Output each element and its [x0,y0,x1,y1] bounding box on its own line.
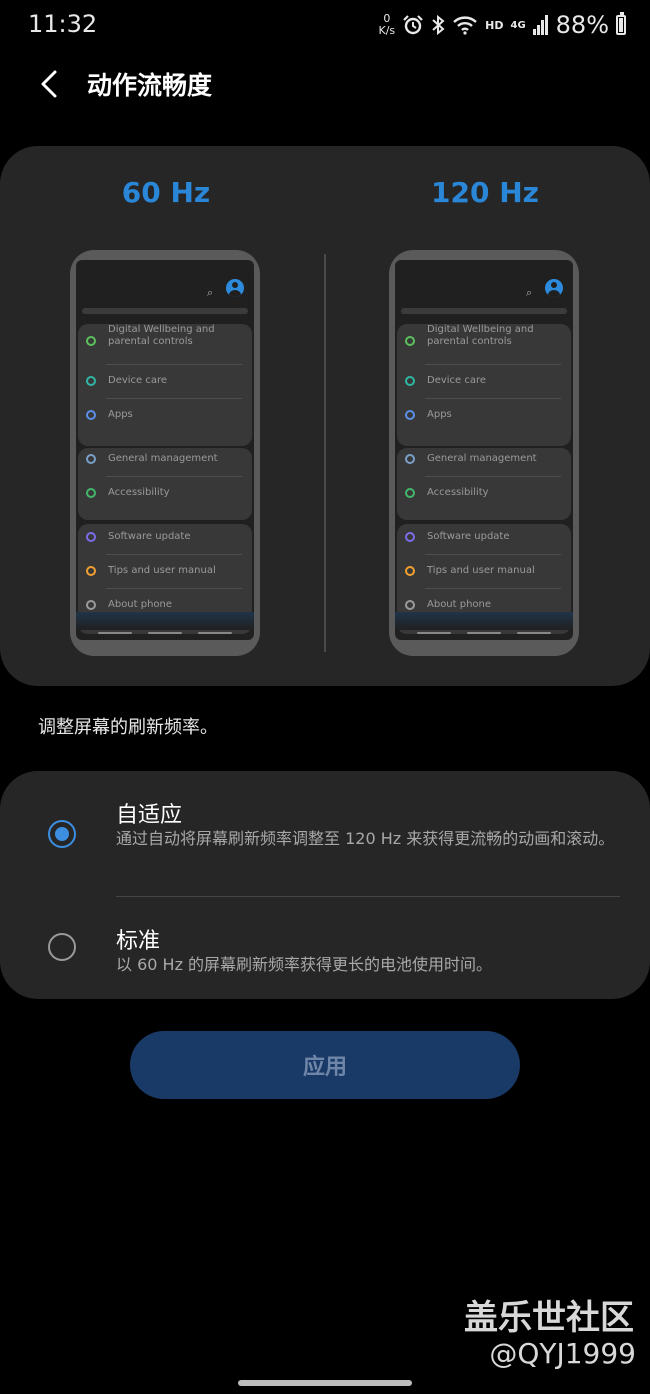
settings-item-label: Accessibility [108,487,170,498]
settings-item-icon [86,566,96,576]
phone-settings-item: Software update [397,520,571,554]
nav-bar-line [417,632,451,634]
settings-item-label: Software update [108,531,191,542]
option-standard-desc: 以 60 Hz 的屏幕刷新频率获得更长的电池使用时间。 [116,955,493,974]
phone-settings-item: Digital Wellbeing and parental controls [397,318,571,364]
phone-preview-120hz: ⌕ Digital Wellbeing and parental controls… [389,250,579,656]
settings-item-icon [405,454,415,464]
settings-item-icon [86,336,96,346]
phone-settings-item: Device care [78,364,252,398]
signal-icon [532,15,548,35]
battery-icon [616,12,626,35]
search-icon: ⌕ [207,286,214,299]
settings-item-label: Apps [427,409,452,420]
preview-label-60hz: 60 Hz [121,176,211,209]
option-adaptive-desc: 通过自动将屏幕刷新频率调整至 120 Hz 来获得更流畅的动画和滚动。 [116,829,615,848]
settings-item-icon [86,488,96,498]
alarm-icon [403,15,423,35]
screen-glow [395,612,573,630]
nav-bar-line [98,632,132,634]
phone-settings-item: Accessibility [78,476,252,510]
settings-item-label: Accessibility [427,487,489,498]
settings-item-label: Software update [427,531,510,542]
settings-item-label: Digital Wellbeing and parental controls [427,324,534,347]
apply-button[interactable]: 应用 [130,1031,520,1099]
settings-item-icon [86,376,96,386]
nav-bar-line [198,632,232,634]
settings-item-label: Apps [108,409,133,420]
phone-screen: ⌕ Digital Wellbeing and parental controls… [76,260,254,640]
status-icons: 0 K/s HD 4G 88% [378,8,626,42]
phone-settings-item: Digital Wellbeing and parental controls [78,318,252,364]
option-adaptive-title: 自适应 [116,803,183,828]
status-time: 11:32 [28,10,98,38]
settings-item-label: Tips and user manual [108,565,216,576]
preview-label-120hz: 120 Hz [431,176,539,209]
profile-avatar-icon [226,279,244,297]
settings-item-icon [405,532,415,542]
nav-bar-line [148,632,182,634]
phone-preview-60hz: ⌕ Digital Wellbeing and parental controls… [70,250,260,656]
option-standard-title: 标准 [116,929,161,954]
phone-screen: ⌕ Digital Wellbeing and parental controls… [395,260,573,640]
options-card: 自适应 通过自动将屏幕刷新频率调整至 120 Hz 来获得更流畅的动画和滚动。 … [0,771,650,999]
search-bar [401,308,567,314]
settings-item-icon [86,410,96,420]
radio-standard[interactable] [48,933,76,961]
settings-item-icon [405,410,415,420]
phone-settings-item: Apps [397,398,571,432]
battery-percent: 88% [555,11,609,39]
settings-item-icon [405,488,415,498]
settings-item-icon [405,336,415,346]
settings-item-icon [86,532,96,542]
radio-adaptive[interactable] [48,820,76,848]
settings-item-label: General management [427,453,537,464]
net-speed-unit: K/s [378,24,396,37]
bluetooth-icon [432,14,445,36]
watermark-brand: 盖乐世社区 [464,1298,634,1338]
settings-item-label: About phone [427,599,492,610]
phone-settings-item: General management [397,442,571,476]
search-icon: ⌕ [526,286,533,299]
network-type: 4G [510,19,526,31]
phone-settings-item: Accessibility [397,476,571,510]
phone-settings-item: Tips and user manual [397,554,571,588]
settings-item-icon [86,454,96,464]
network-speed: 0 K/s [378,13,395,37]
screen-glow [76,612,254,630]
page-title: 动作流畅度 [87,71,213,100]
description-text: 调整屏幕的刷新频率。 [38,717,218,738]
watermark-user: @QYJ1999 [489,1337,636,1370]
settings-item-icon [405,376,415,386]
phone-settings-item: Apps [78,398,252,432]
phone-settings-item: Tips and user manual [78,554,252,588]
settings-item-label: Tips and user manual [427,565,535,576]
wifi-icon [453,16,477,35]
search-bar [82,308,248,314]
option-standard[interactable]: 标准 以 60 Hz 的屏幕刷新频率获得更长的电池使用时间。 [0,897,650,999]
phone-settings-item: Device care [397,364,571,398]
nav-bar-line [517,632,551,634]
settings-item-icon [86,600,96,610]
home-indicator[interactable] [238,1380,412,1386]
phone-settings-item: Software update [78,520,252,554]
settings-item-icon [405,600,415,610]
preview-divider [324,254,326,652]
phone-settings-item: General management [78,442,252,476]
settings-item-label: Device care [427,375,487,386]
profile-avatar-icon [545,279,563,297]
settings-item-label: General management [108,453,218,464]
nav-bar-line [467,632,501,634]
chevron-left-icon [41,70,57,98]
settings-item-label: About phone [108,599,173,610]
hd-voice-badge: HD [485,18,504,32]
settings-item-icon [405,566,415,576]
back-button[interactable] [28,62,72,106]
settings-item-label: Digital Wellbeing and parental controls [108,324,215,347]
option-adaptive[interactable]: 自适应 通过自动将屏幕刷新频率调整至 120 Hz 来获得更流畅的动画和滚动。 [0,771,650,896]
refresh-rate-preview: 60 Hz 120 Hz ⌕ Digital Wellbeing and pare… [0,146,650,686]
settings-item-label: Device care [108,375,168,386]
